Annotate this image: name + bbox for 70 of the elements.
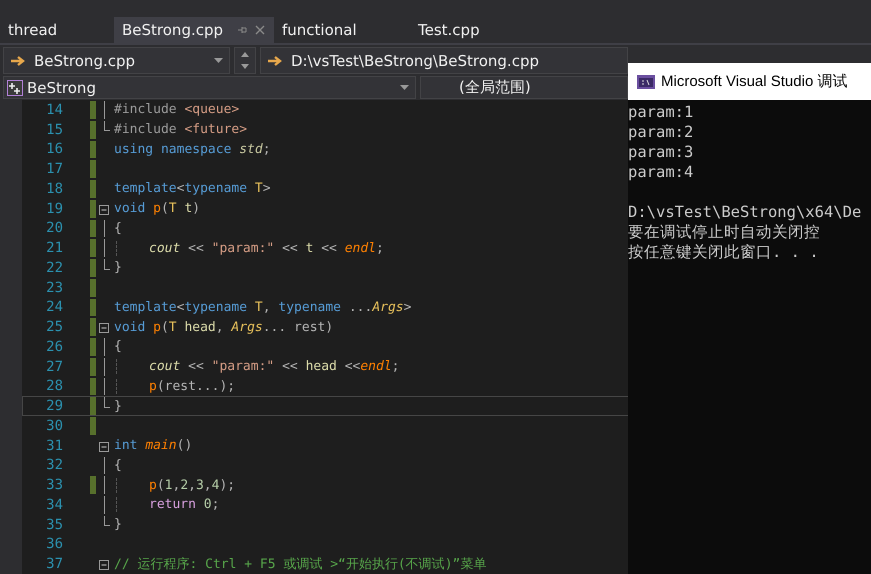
line-number: 28 [45, 378, 63, 394]
code-line: { [114, 339, 122, 354]
code-line: { [114, 458, 122, 473]
line-number: 20 [45, 220, 63, 236]
line-number: 14 [45, 102, 63, 118]
console-message-line: 按任意键关闭此窗口. . . [628, 242, 820, 262]
code-line: } [114, 517, 122, 532]
line-number: 29 [45, 398, 63, 414]
arrow-icon [10, 54, 26, 66]
line-number: 24 [45, 299, 63, 316]
close-icon[interactable] [254, 24, 266, 36]
line-number: 21 [45, 240, 63, 256]
code-line: cout << "param:" << head <<endl; [116, 359, 400, 374]
code-line: return 0; [116, 497, 220, 512]
line-number: 27 [45, 358, 63, 375]
arrow-icon [267, 54, 283, 66]
line-number: 34 [45, 496, 63, 513]
code-line: p(rest...); [116, 378, 236, 394]
scope-dropdown[interactable]: (全局范围) [420, 76, 628, 99]
console-output-line: param:1 [628, 102, 694, 122]
document-tab[interactable]: functional [274, 17, 410, 43]
line-number: 36 [45, 536, 63, 552]
code-line: #include <future> [114, 122, 248, 138]
console-output-line: param:4 [628, 162, 694, 182]
console-output-line: param:2 [628, 122, 694, 142]
caret-icon [400, 85, 409, 90]
code-line: #include <queue> [114, 102, 240, 118]
line-number: 37 [45, 556, 63, 572]
code-line: // 运行程序: Ctrl + F5 或调试 >“开始执行(不调试)”菜单 [114, 556, 486, 574]
pin-icon[interactable] [236, 24, 248, 36]
document-tab[interactable]: Test.cpp [410, 17, 488, 43]
code-line: { [114, 220, 122, 236]
code-line: void p(T t) [114, 201, 200, 216]
class-icon [7, 80, 23, 96]
line-number: 26 [45, 338, 63, 355]
line-number: 25 [45, 319, 63, 336]
line-number: 15 [45, 122, 63, 138]
line-number: 18 [45, 180, 63, 197]
line-number: 30 [45, 418, 63, 434]
code-line: cout << "param:" << t << endl; [116, 240, 384, 256]
down-icon[interactable] [241, 64, 249, 70]
line-number: 33 [45, 477, 63, 494]
console-message-line: 要在调试停止时自动关闭控 [628, 222, 821, 242]
line-number: 32 [45, 457, 63, 474]
line-number: 31 [45, 438, 63, 454]
line-number: 19 [45, 200, 63, 217]
line-number: 23 [45, 280, 63, 296]
caret-icon [214, 58, 223, 63]
code-line: void p(T head, Args... rest) [114, 320, 334, 335]
file-dropdown[interactable]: BeStrong.cpp [3, 47, 230, 74]
document-tab[interactable]: thread [0, 17, 114, 43]
code-line: p(1,2,3,4); [116, 478, 236, 493]
console-title: Microsoft Visual Studio 调试 [661, 72, 848, 91]
code-line: } [114, 260, 122, 276]
class-dropdown[interactable]: BeStrong [3, 76, 416, 99]
up-icon[interactable] [241, 52, 249, 57]
code-line: using namespace std; [114, 142, 271, 157]
line-number: 35 [45, 516, 63, 533]
code-line: template<typename T, typename ...Args> [114, 300, 412, 315]
code-line: template<typename T> [114, 181, 271, 196]
code-line: } [114, 398, 122, 414]
console-app-icon [637, 74, 655, 88]
console-message-line: D:\vsTest\BeStrong\x64\De [628, 202, 862, 222]
line-number: 16 [45, 141, 63, 158]
line-number: 22 [45, 260, 63, 276]
path-dropdown[interactable]: D:\vsTest\BeStrong\BeStrong.cpp [260, 47, 628, 74]
line-number: 17 [45, 161, 63, 178]
console-output-line: param:3 [628, 142, 694, 162]
code-line: int main() [114, 438, 192, 454]
document-tab[interactable]: BeStrong.cpp [114, 17, 274, 43]
